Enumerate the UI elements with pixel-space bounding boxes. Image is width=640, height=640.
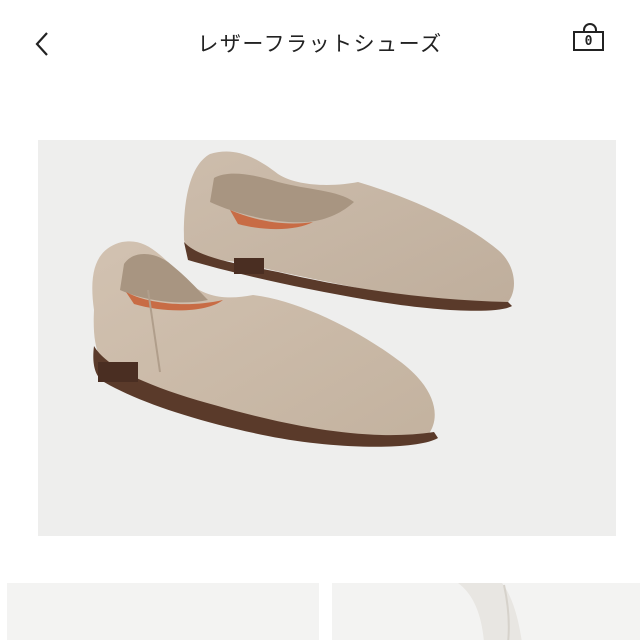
header-bar: レザーフラットシューズ 0 <box>0 0 640 88</box>
garment-thumbnail-image <box>458 583 522 640</box>
suede-flat-shoes-image <box>92 151 514 447</box>
product-thumbnail[interactable] <box>332 583 640 640</box>
page-title: レザーフラットシューズ <box>197 32 443 56</box>
product-detail-screen: レザーフラットシューズ 0 <box>0 0 640 640</box>
cart-count-badge: 0 <box>573 31 604 51</box>
cart-button[interactable]: 0 <box>570 20 610 56</box>
product-thumbnail[interactable] <box>7 583 319 640</box>
product-main-image[interactable] <box>38 140 616 536</box>
